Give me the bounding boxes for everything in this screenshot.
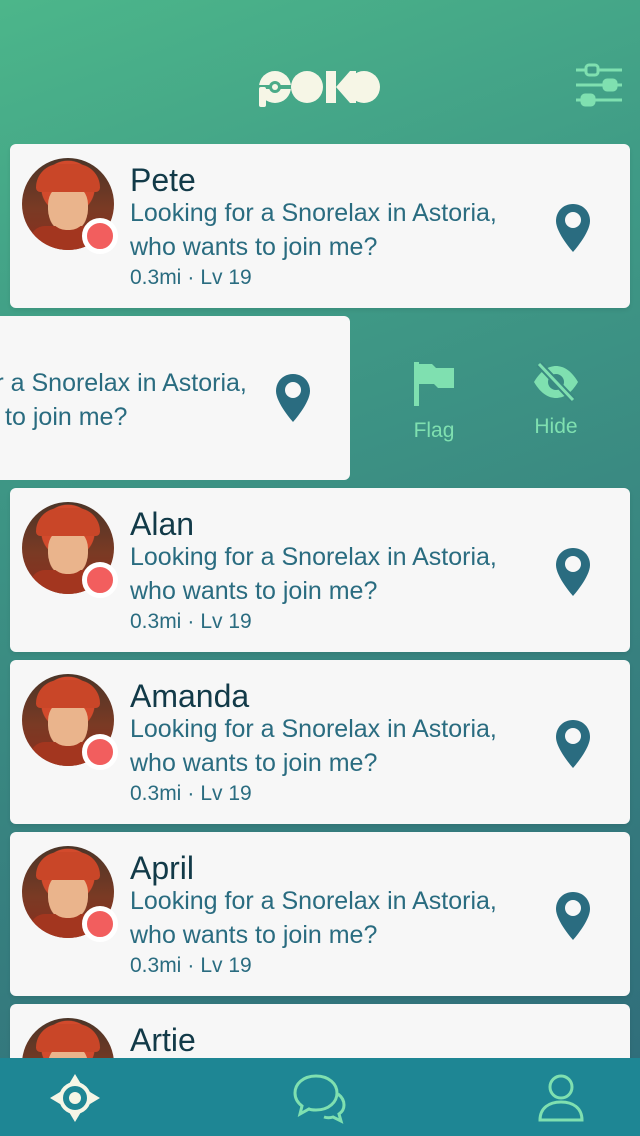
post-message: Looking for a Snorelax in Astoria, who w… [130, 887, 497, 949]
profile-icon[interactable] [534, 1072, 588, 1124]
distance: 0.3mi [130, 610, 182, 633]
avatar-cap [36, 680, 100, 708]
level: Lv 19 [200, 266, 252, 289]
post-message: Looking for a Snorelax in Astoria, who w… [130, 715, 497, 777]
meta-separator: · [187, 610, 195, 633]
user-name: Alan [130, 506, 195, 542]
post-message: Looking for a Snorelax in Astoria, who w… [130, 543, 497, 605]
hide-label: Hide [534, 415, 578, 438]
poko-logo [259, 71, 380, 107]
post-message: Looking for a Snorelax in Astoria, who w… [0, 369, 247, 431]
post-card[interactable]: Alan Looking for a Snorelax in Astoria, … [10, 488, 630, 652]
user-name: Pete [130, 162, 196, 198]
meta-separator: · [187, 782, 195, 805]
level: Lv 19 [200, 954, 252, 977]
post-card[interactable]: Pete Looking for a Snorelax in Astoria, … [10, 144, 630, 308]
distance: 0.3mi [130, 266, 182, 289]
user-name: Artie [130, 1022, 196, 1058]
status-badge [82, 906, 118, 942]
post-card[interactable]: April Looking for a Snorelax in Astoria,… [10, 832, 630, 996]
location-pin-icon[interactable] [554, 546, 592, 598]
hide-button[interactable]: Hide [511, 360, 601, 439]
status-badge [82, 218, 118, 254]
meta-separator: · [187, 266, 195, 289]
status-badge [82, 734, 118, 770]
post-message: Looking for a Snorelax in Astoria, who w… [130, 199, 497, 261]
flag-label: Flag [413, 419, 455, 442]
post-meta: 0.3mi · Lv 19 [130, 610, 252, 634]
avatar-cap [36, 508, 100, 536]
level: Lv 19 [200, 610, 252, 633]
feed-list[interactable]: Pete Looking for a Snorelax in Astoria, … [0, 144, 640, 1058]
avatar-cap [36, 852, 100, 880]
location-pin-icon[interactable] [554, 202, 592, 254]
user-name: Amanda [130, 678, 250, 714]
level: Lv 19 [200, 782, 252, 805]
user-name: April [130, 850, 195, 886]
avatar-cap [36, 1024, 100, 1052]
distance: 0.3mi [130, 782, 182, 805]
meta-separator: · [187, 954, 195, 977]
crosshair-icon[interactable] [48, 1072, 102, 1124]
location-pin-icon[interactable] [554, 718, 592, 770]
swiped-post-card[interactable]: Looking for a Snorelax in Astoria, who w… [0, 316, 350, 480]
avatar-cap [36, 164, 100, 192]
post-meta: 0.3mi · Lv 19 [130, 782, 252, 806]
eye-slash-icon [534, 361, 578, 403]
post-meta: 0.3mi · Lv 19 [130, 954, 252, 978]
distance: 0.3mi [130, 954, 182, 977]
post-meta: 0.3mi · Lv 19 [130, 266, 252, 290]
header [0, 0, 640, 140]
tab-bar [0, 1058, 640, 1136]
sliders-icon[interactable] [574, 62, 624, 108]
status-badge [82, 562, 118, 598]
location-pin-icon[interactable] [274, 372, 312, 424]
post-card[interactable]: Artie [10, 1004, 630, 1058]
avatar[interactable] [22, 1018, 114, 1058]
flag-button[interactable]: Flag [389, 360, 479, 443]
flag-icon [414, 362, 454, 406]
chat-icon[interactable] [292, 1072, 346, 1124]
post-card[interactable]: Amanda Looking for a Snorelax in Astoria… [10, 660, 630, 824]
location-pin-icon[interactable] [554, 890, 592, 942]
